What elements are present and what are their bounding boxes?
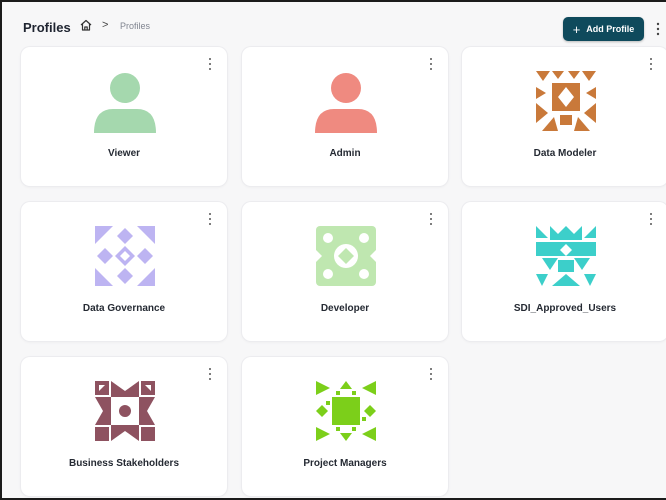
- card-menu-icon[interactable]: [207, 58, 213, 70]
- page-title: Profiles: [23, 20, 71, 35]
- profile-name: Data Modeler: [533, 148, 597, 159]
- profile-card-sdi-approved-users[interactable]: SDI_Approved_Users: [462, 202, 666, 341]
- profile-name: Admin: [329, 148, 361, 159]
- geometric-pattern-icon: [316, 381, 376, 441]
- profile-name: SDI_Approved_Users: [513, 303, 617, 314]
- page-header: Profiles > Profiles + Add Profile: [4, 4, 666, 46]
- profile-name: Viewer: [107, 148, 141, 159]
- profile-card-viewer[interactable]: Viewer: [21, 47, 227, 186]
- geometric-pattern-icon: [536, 226, 596, 286]
- profile-name: Data Governance: [82, 303, 166, 314]
- person-avatar-icon: [315, 73, 377, 133]
- add-profile-label: Add Profile: [586, 24, 635, 34]
- geometric-pattern-icon: [95, 381, 155, 441]
- profile-name: Business Stakeholders: [68, 458, 180, 469]
- home-icon[interactable]: [79, 18, 93, 32]
- profile-card-admin[interactable]: Admin: [242, 47, 448, 186]
- breadcrumb-current: Profiles: [120, 21, 151, 31]
- card-menu-icon[interactable]: [428, 58, 434, 70]
- chevron-right-icon: >: [102, 19, 109, 31]
- card-menu-icon[interactable]: [428, 213, 434, 225]
- plus-icon: +: [572, 21, 581, 37]
- profile-card-data-governance[interactable]: Data Governance: [21, 202, 227, 341]
- geometric-pattern-icon: [316, 226, 376, 286]
- profile-card-developer[interactable]: Developer: [242, 202, 448, 341]
- geometric-pattern-icon: [536, 71, 596, 131]
- app-frame: Profiles > Profiles + Add Profile Viewer…: [0, 0, 666, 500]
- add-profile-button[interactable]: + Add Profile: [563, 17, 644, 41]
- person-avatar-icon: [94, 73, 156, 133]
- profile-card-project-managers[interactable]: Project Managers: [242, 357, 448, 496]
- more-options-icon[interactable]: [655, 22, 661, 36]
- card-menu-icon[interactable]: [648, 213, 654, 225]
- profile-card-business-stakeholders[interactable]: Business Stakeholders: [21, 357, 227, 496]
- geometric-pattern-icon: [95, 226, 155, 286]
- card-menu-icon[interactable]: [648, 58, 654, 70]
- profile-name: Developer: [320, 303, 370, 314]
- profile-name: Project Managers: [303, 458, 387, 469]
- profile-card-data-modeler[interactable]: Data Modeler: [462, 47, 666, 186]
- card-menu-icon[interactable]: [207, 213, 213, 225]
- card-menu-icon[interactable]: [207, 368, 213, 380]
- card-menu-icon[interactable]: [428, 368, 434, 380]
